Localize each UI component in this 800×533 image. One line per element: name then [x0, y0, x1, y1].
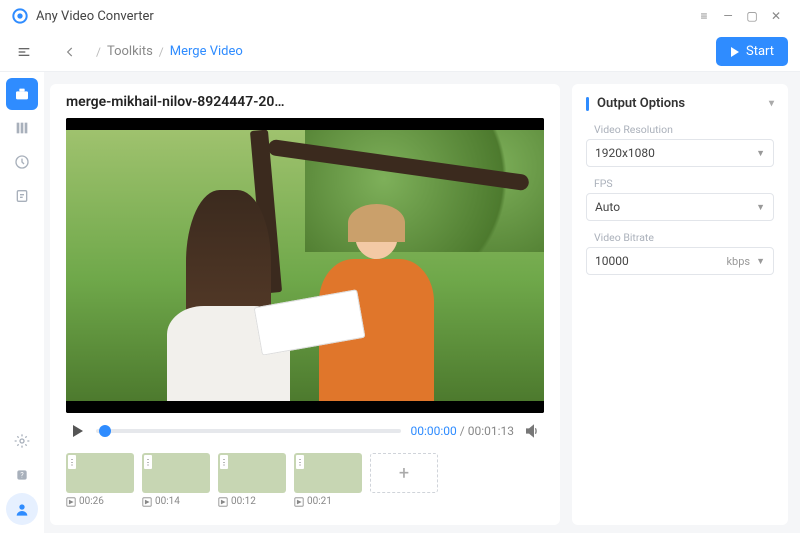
bitrate-select[interactable]: 10000 kbps ▼	[586, 247, 774, 275]
output-options-header: Output Options	[597, 96, 685, 111]
sidebar-item-tasks[interactable]	[6, 180, 38, 212]
clip-marker-icon: ⋮	[296, 455, 304, 469]
sidebar-item-library[interactable]	[6, 112, 38, 144]
sidebar-item-account[interactable]	[6, 493, 38, 525]
add-clip-button[interactable]: +	[370, 453, 438, 493]
start-button[interactable]: Start	[716, 37, 788, 66]
back-button[interactable]	[58, 40, 82, 64]
volume-icon[interactable]	[524, 423, 540, 439]
time-current: 00:00:00	[411, 424, 457, 438]
breadcrumb-toolkits[interactable]: Toolkits	[107, 44, 153, 59]
titlebar: Any Video Converter ≡ — ▢ ✕	[0, 0, 800, 32]
video-player[interactable]	[66, 118, 544, 413]
bitrate-field: Video Bitrate 10000 kbps ▼	[586, 231, 774, 275]
breadcrumb-merge-video[interactable]: Merge Video	[170, 44, 243, 59]
chevron-down-icon: ▼	[756, 256, 765, 267]
fps-field: FPS Auto ▼	[586, 177, 774, 221]
play-button[interactable]	[70, 423, 86, 439]
resolution-label: Video Resolution	[586, 123, 774, 136]
seek-slider[interactable]	[96, 429, 401, 433]
sidebar-item-help[interactable]: ?	[6, 459, 38, 491]
preview-panel: merge-mikhail-nilov-8924447-20…	[50, 84, 560, 525]
sidebar-item-history[interactable]	[6, 146, 38, 178]
clip-strip: ⋮ 00:26 ⋮ 00:14 ⋮ 00:12 ⋮ 00:21 +	[66, 443, 544, 507]
maximize-icon[interactable]: ▢	[740, 4, 764, 28]
sidebar: ?	[0, 72, 44, 533]
collapse-icon[interactable]: ▾	[769, 98, 774, 109]
clip-item[interactable]: ⋮ 00:21	[294, 453, 362, 507]
file-title: merge-mikhail-nilov-8924447-20…	[66, 94, 544, 110]
output-options-panel: Output Options ▾ Video Resolution 1920x1…	[572, 84, 788, 525]
bitrate-label: Video Bitrate	[586, 231, 774, 244]
clip-marker-icon: ⋮	[68, 455, 76, 469]
video-frame	[66, 130, 544, 401]
toolbar: / Toolkits / Merge Video Start	[0, 32, 800, 72]
fps-label: FPS	[586, 177, 774, 190]
time-total: 00:01:13	[468, 424, 514, 438]
sidebar-item-toolbox[interactable]	[6, 78, 38, 110]
hamburger-icon[interactable]	[12, 40, 36, 64]
window-menu-icon[interactable]: ≡	[692, 4, 716, 28]
resolution-select[interactable]: 1920x1080 ▼	[586, 139, 774, 167]
clip-item[interactable]: ⋮ 00:14	[142, 453, 210, 507]
clip-marker-icon: ⋮	[144, 455, 152, 469]
time-display: 00:00:00 / 00:01:13	[411, 424, 514, 438]
player-controls: 00:00:00 / 00:01:13	[66, 413, 544, 443]
fps-select[interactable]: Auto ▼	[586, 193, 774, 221]
chevron-down-icon: ▼	[756, 202, 765, 213]
clip-item[interactable]: ⋮ 00:26	[66, 453, 134, 507]
clip-item[interactable]: ⋮ 00:12	[218, 453, 286, 507]
start-button-label: Start	[746, 44, 774, 59]
app-logo-icon	[12, 8, 28, 24]
resolution-field: Video Resolution 1920x1080 ▼	[586, 123, 774, 167]
svg-text:?: ?	[20, 471, 24, 480]
chevron-down-icon: ▼	[756, 148, 765, 159]
close-icon[interactable]: ✕	[764, 4, 788, 28]
minimize-icon[interactable]: —	[716, 4, 740, 28]
clip-marker-icon: ⋮	[220, 455, 228, 469]
sidebar-item-settings[interactable]	[6, 425, 38, 457]
app-title: Any Video Converter	[36, 9, 154, 24]
